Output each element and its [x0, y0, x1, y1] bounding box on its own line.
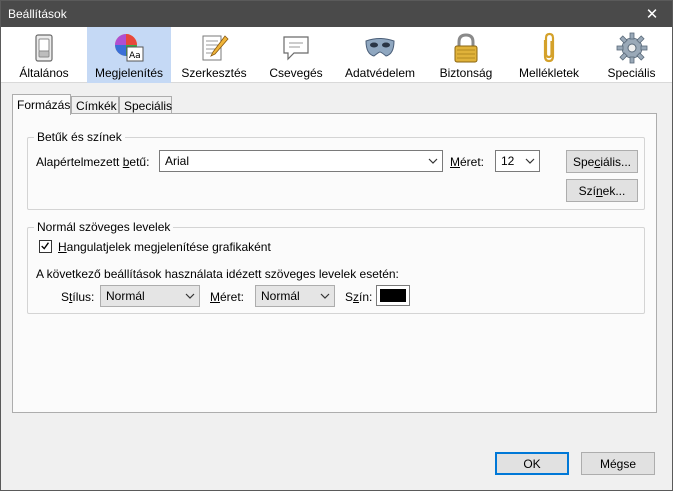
chat-bubble-icon	[283, 36, 309, 61]
preferences-toolbar: Általános Aa Megjelenítés Szerkesztés Cs…	[1, 27, 672, 83]
fonts-colors-group-title: Betűk és színek	[34, 130, 125, 144]
pane-compose[interactable]: Szerkesztés	[171, 27, 257, 83]
pane-compose-label: Szerkesztés	[181, 66, 247, 80]
colors-button[interactable]: Szí n ek...	[566, 179, 638, 202]
default-font-value: Arial	[165, 154, 190, 168]
pane-privacy-label: Adatvédelem	[344, 66, 416, 80]
pane-chat-label: Csevegés	[269, 66, 323, 80]
plain-text-group-title: Normál szöveges levelek	[34, 220, 174, 234]
close-icon[interactable]: ✕	[632, 1, 672, 27]
fonts-colors-group: Betűk és színek Alapértelmezett betű: Ar…	[27, 130, 645, 210]
quoted-text-label: A következő beállítások használata idéze…	[36, 267, 399, 281]
chevron-down-icon	[525, 158, 535, 164]
pane-chat[interactable]: Csevegés	[257, 27, 335, 83]
tab-formatting[interactable]: Formázás	[12, 94, 71, 115]
pane-privacy[interactable]: Adatvédelem	[335, 27, 425, 83]
pane-general[interactable]: Általános	[1, 27, 87, 83]
quoted-color-label: Szín:	[345, 290, 373, 304]
general-switch-icon	[35, 34, 53, 62]
compose-pencil-icon	[202, 35, 229, 61]
pane-advanced[interactable]: Speciális	[591, 27, 672, 83]
pane-security[interactable]: Biztonság	[425, 27, 507, 83]
advanced-gear-icon	[616, 32, 647, 64]
plain-text-group: Normál szöveges levelek Hangulatjelek me…	[27, 220, 645, 314]
emoticons-checkbox[interactable]	[39, 240, 52, 253]
chevron-down-icon	[320, 293, 330, 299]
font-size-label: Méret:	[450, 155, 485, 169]
cancel-button[interactable]: Mégse	[581, 452, 655, 475]
title-bar: Beállítások ✕	[1, 1, 672, 27]
pane-display-label: Megjelenítés	[94, 66, 164, 80]
privacy-mask-icon	[365, 38, 395, 57]
quoted-color-picker[interactable]	[376, 285, 410, 306]
chevron-down-icon	[428, 158, 438, 164]
formatting-panel: Betűk és színek Alapértelmezett betű: Ar…	[12, 113, 657, 413]
pane-general-label: Általános	[19, 66, 69, 80]
font-size-select[interactable]: 12	[495, 150, 540, 172]
pane-advanced-label: Speciális	[607, 66, 656, 80]
pane-display[interactable]: Aa Megjelenítés	[87, 27, 171, 83]
quoted-style-label: Stílus:	[61, 290, 95, 304]
pane-attachments[interactable]: Mellékletek	[507, 27, 591, 83]
font-size-value: 12	[501, 154, 515, 168]
display-palette-icon: Aa	[115, 34, 144, 62]
chevron-down-icon	[185, 293, 195, 299]
window-title: Beállítások	[8, 7, 67, 21]
quoted-style-value: Normál	[106, 289, 145, 303]
font-advanced-button[interactable]: Spe c iális...	[566, 150, 638, 173]
preferences-window: Beállítások ✕ Általános Aa Megjelenítés …	[0, 0, 673, 491]
quoted-color-fill	[380, 289, 406, 302]
emoticons-label[interactable]: Hangulatjelek megjelenítése grafikaként	[58, 240, 271, 254]
svg-text:Aa: Aa	[129, 51, 141, 61]
attachment-clip-icon	[543, 32, 555, 63]
checkmark-icon	[41, 242, 50, 250]
quoted-size-label: Méret:	[210, 290, 245, 304]
security-lock-icon	[454, 33, 478, 63]
quoted-size-select[interactable]: Normál	[255, 285, 335, 307]
ok-button[interactable]: OK	[495, 452, 569, 475]
pane-security-label: Biztonság	[439, 66, 493, 80]
quoted-style-select[interactable]: Normál	[100, 285, 200, 307]
pane-attachments-label: Mellékletek	[518, 66, 580, 80]
default-font-label: Alapértelmezett betű:	[36, 155, 150, 169]
quoted-size-value: Normál	[261, 289, 300, 303]
default-font-select[interactable]: Arial	[159, 150, 443, 172]
